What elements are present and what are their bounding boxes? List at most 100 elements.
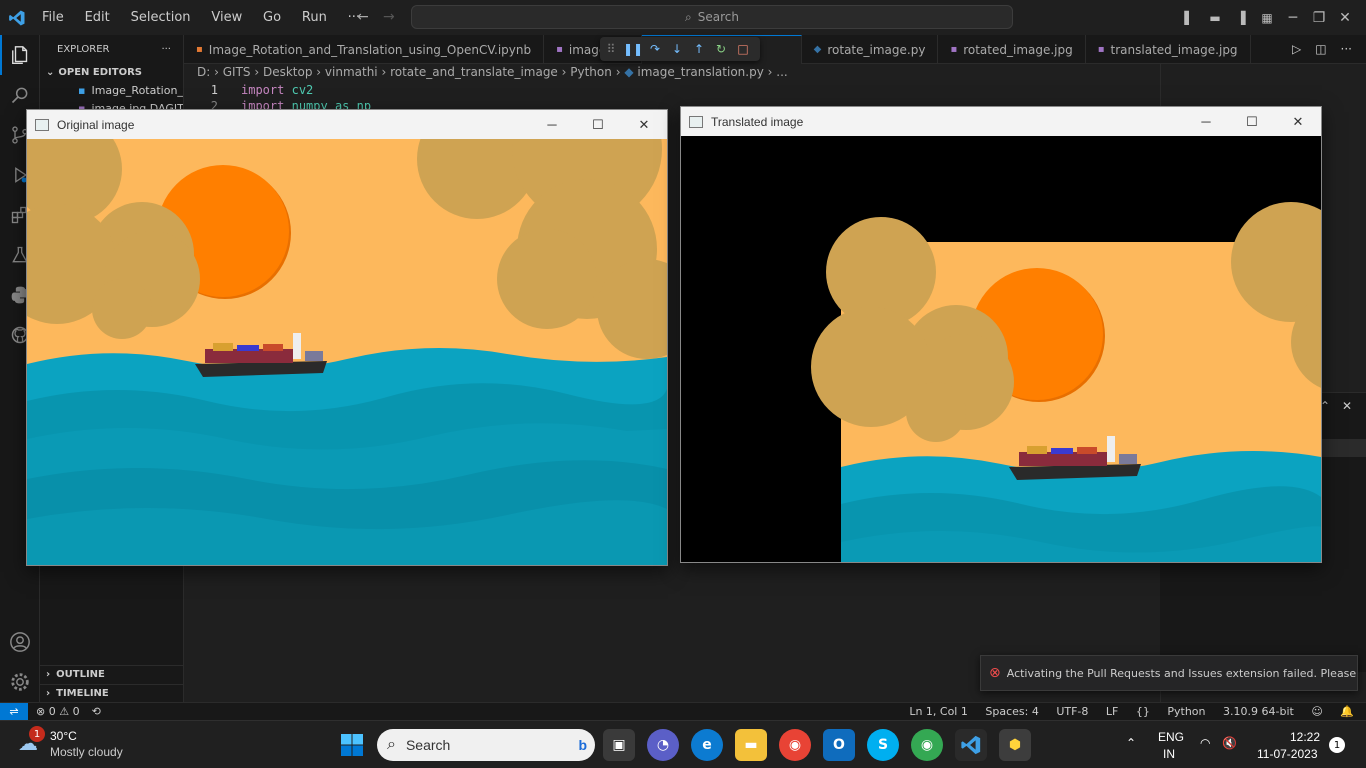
menu-go[interactable]: Go [263, 10, 281, 25]
drag-handle-icon[interactable]: ⠿ [600, 42, 622, 56]
tab-label: rotate_image.py [827, 42, 926, 57]
file-explorer-icon[interactable]: ▬ [735, 729, 767, 761]
cursor-position[interactable]: Ln 1, Col 1 [909, 705, 968, 718]
run-python-icon[interactable]: ▷ [1292, 42, 1301, 56]
accounts-icon[interactable] [0, 622, 40, 662]
restore-button[interactable]: ❐ [1306, 10, 1332, 26]
encoding[interactable]: UTF-8 [1056, 705, 1088, 718]
chrome-icon[interactable]: ◉ [779, 729, 811, 761]
stop-icon[interactable]: □ [732, 42, 754, 56]
menu-file[interactable]: File [42, 10, 64, 25]
step-into-icon[interactable]: ↓ [666, 42, 688, 56]
menu-run[interactable]: Run [302, 10, 327, 25]
chevron-right-icon: › [46, 688, 51, 699]
feedback-icon[interactable]: ☺ [1311, 705, 1322, 718]
line-ending[interactable]: LF [1106, 705, 1118, 718]
breadcrumb-item[interactable]: rotate_and_translate_image [390, 65, 558, 79]
translated-image-canvas [681, 136, 1321, 562]
notebook-file-icon: ▪ [78, 83, 86, 97]
close-button[interactable]: ✕ [621, 117, 667, 133]
volume-muted-icon[interactable]: 🔇 [1222, 736, 1237, 750]
breadcrumb-item[interactable]: Python [570, 65, 612, 79]
tab-notebook[interactable]: ▪ Image_Rotation_and_Translation_using_Op… [184, 35, 545, 64]
tab-rotated-image[interactable]: ▪ rotated_image.jpg [938, 35, 1086, 64]
notifications-bell-icon[interactable]: 🔔 [1340, 705, 1354, 718]
more-actions-icon[interactable]: ··· [1341, 42, 1352, 56]
indentation[interactable]: Spaces: 4 [985, 705, 1038, 718]
vscode-taskbar-icon[interactable] [955, 729, 987, 761]
open-editors-section[interactable]: ⌄ OPEN EDITORS [40, 63, 183, 81]
explorer-icon[interactable] [0, 35, 40, 75]
outlook-icon[interactable]: O [823, 729, 855, 761]
weather-badge: 1 [29, 726, 45, 742]
settings-gear-icon[interactable] [0, 662, 40, 702]
python-taskbar-icon[interactable]: ⬢ [999, 729, 1031, 761]
outline-section[interactable]: › OUTLINE [40, 665, 184, 683]
remote-indicator-icon[interactable]: ⇌ [0, 702, 28, 721]
notification-count-badge[interactable]: 1 [1329, 737, 1345, 753]
python-interpreter[interactable]: 3.10.9 64-bit [1223, 705, 1294, 718]
toggle-panel-icon[interactable]: ▬ [1202, 11, 1228, 25]
open-editor-item[interactable]: ▪ Image_Rotation_... [40, 81, 183, 99]
menu-view[interactable]: View [211, 10, 242, 25]
close-panel-icon[interactable]: ✕ [1342, 399, 1352, 413]
language-indicator[interactable]: ENG [1158, 730, 1184, 744]
close-button[interactable]: ✕ [1332, 10, 1358, 26]
tab-translated-image[interactable]: ▪ translated_image.jpg [1086, 35, 1251, 64]
error-icon: ⊗ [989, 665, 1001, 681]
breadcrumb-item[interactable]: D: [197, 65, 210, 79]
window-app-icon [689, 115, 703, 128]
menu-edit[interactable]: Edit [85, 10, 110, 25]
task-view-icon[interactable]: ▣ [603, 729, 635, 761]
weather-widget[interactable]: ☁ 1 30°C Mostly cloudy [18, 726, 123, 759]
breadcrumb-item[interactable]: ... [776, 65, 787, 79]
window-app-icon [35, 118, 49, 131]
chevron-up-icon[interactable]: ⌃ [1126, 736, 1136, 750]
window-title-bar[interactable]: Original image ─ ☐ ✕ [27, 110, 667, 139]
debug-toolbar: ⠿ ❚❚ ↷ ↓ ↑ ↻ □ [600, 37, 760, 61]
step-out-icon[interactable]: ↑ [688, 42, 710, 56]
more-actions-icon[interactable]: ··· [161, 44, 171, 55]
error-notification[interactable]: ⊗ Activating the Pull Requests and Issue… [980, 655, 1358, 691]
wifi-icon[interactable]: ◠ [1200, 736, 1210, 750]
toggle-secondary-sidebar-icon[interactable]: ▐ [1228, 11, 1254, 25]
chrome-profile-icon[interactable]: ◉ [911, 729, 943, 761]
problems-indicator[interactable]: ⊗ 0 ⚠ 0 [36, 705, 80, 718]
restart-icon[interactable]: ↻ [710, 42, 732, 56]
step-over-icon[interactable]: ↷ [644, 42, 666, 56]
edge-icon[interactable]: e [691, 729, 723, 761]
maximize-button[interactable]: ☐ [1229, 114, 1275, 130]
chevron-right-icon: › [46, 669, 51, 680]
customize-layout-icon[interactable]: ▦ [1254, 11, 1280, 25]
breadcrumb-item[interactable]: vinmathi [325, 65, 378, 79]
minimize-button[interactable]: ─ [1183, 114, 1229, 129]
command-center-search[interactable]: ⌕ Search [411, 5, 1013, 29]
window-title: Original image [57, 117, 135, 132]
taskbar-search[interactable]: ⌕ Search b [377, 729, 595, 761]
pause-icon[interactable]: ❚❚ [622, 42, 644, 56]
breadcrumb-item[interactable]: GITS [223, 65, 251, 79]
breadcrumb: D: › GITS › Desktop › vinmathi › rotate_… [197, 65, 788, 79]
close-button[interactable]: ✕ [1275, 114, 1321, 130]
window-title-bar[interactable]: Translated image ─ ☐ ✕ [681, 107, 1321, 136]
menu-selection[interactable]: Selection [131, 10, 191, 25]
minimize-button[interactable]: ─ [529, 117, 575, 132]
toggle-primary-sidebar-icon[interactable]: ▌ [1176, 11, 1202, 25]
split-editor-icon[interactable]: ◫ [1315, 42, 1326, 56]
live-share-icon[interactable]: ⟲ [92, 705, 101, 718]
forward-arrow-icon[interactable]: → [383, 9, 395, 25]
editor-tabs: ▪ Image_Rotation_and_Translation_using_Op… [184, 35, 1366, 64]
language-mode[interactable]: {} Python [1136, 705, 1206, 718]
maximize-button[interactable]: ☐ [575, 117, 621, 133]
teams-chat-icon[interactable]: ◔ [647, 729, 679, 761]
breadcrumb-item[interactable]: image_translation.py [637, 65, 763, 79]
breadcrumb-item[interactable]: Desktop [263, 65, 313, 79]
skype-icon[interactable]: S [867, 729, 899, 761]
minimize-button[interactable]: ─ [1280, 10, 1306, 26]
windows-start-icon[interactable] [336, 729, 368, 761]
back-arrow-icon[interactable]: ← [357, 9, 369, 25]
clock-time[interactable]: 12:22 [1290, 730, 1320, 744]
tab-rotate-image[interactable]: ◆ rotate_image.py [802, 35, 939, 64]
panel-highlight [1320, 439, 1366, 457]
timeline-section[interactable]: › TIMELINE [40, 684, 184, 702]
